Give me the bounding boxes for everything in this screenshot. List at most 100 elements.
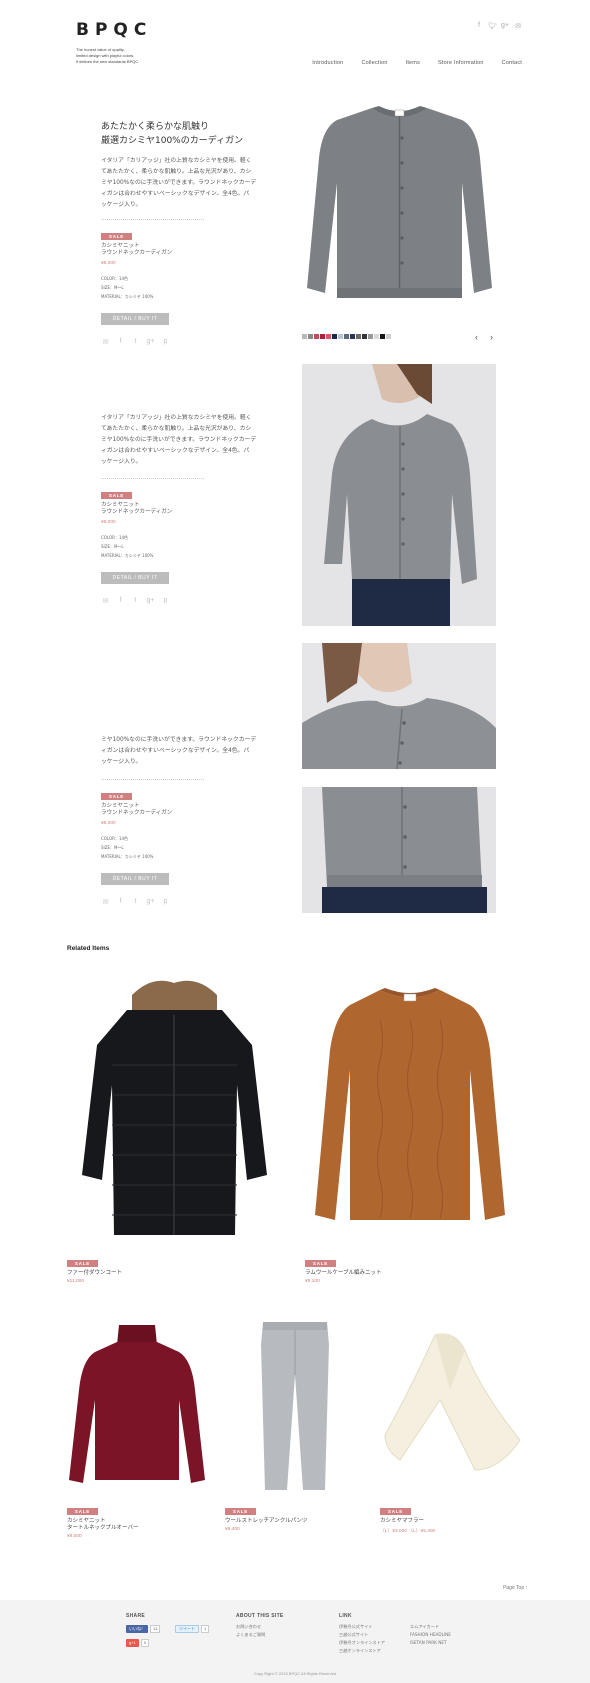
detail-hem-image [302, 787, 496, 913]
color-swatch[interactable] [314, 334, 319, 339]
related-items-title: Related Items [67, 945, 110, 952]
share-icons: ✉ f t g+ p [101, 898, 170, 906]
product-image-main[interactable] [302, 98, 497, 323]
copyright: Copy Right © 2015 BPQC All Rights Reserv… [253, 1671, 337, 1676]
related-item-image[interactable] [67, 975, 282, 1245]
share-icons: ✉ f t g+ p [101, 338, 170, 346]
facebook-icon[interactable]: f [475, 22, 483, 30]
color-swatch[interactable] [326, 334, 331, 339]
desc-line: てあたたかく、柔らかな肌触り。上品な光沢があり、カシ [101, 169, 252, 175]
related-item-image[interactable] [380, 1330, 525, 1480]
footer-link[interactable]: 伊勢丹オンラインストア [339, 1639, 385, 1647]
color-swatch[interactable] [350, 334, 355, 339]
related-item-image[interactable] [245, 1320, 345, 1495]
item-name-line: カシミヤマフラー [380, 1518, 425, 1524]
link-contact[interactable]: お問い合わせ [236, 1623, 265, 1631]
related-item-name[interactable]: カシミヤニット タートルネックプルオーバー [67, 1518, 138, 1532]
detail-buy-button[interactable]: DETAIL / BUY IT [101, 572, 169, 584]
color-swatch[interactable] [374, 334, 379, 339]
tweet-count: 1 [201, 1625, 210, 1633]
nav-contact[interactable]: Contact [502, 60, 522, 66]
twitter-icon[interactable]: t [131, 338, 140, 346]
facebook-icon[interactable]: f [116, 898, 125, 906]
fb-like-button[interactable]: いいね！ [126, 1625, 148, 1633]
facebook-icon[interactable]: f [116, 338, 125, 346]
pinterest-icon[interactable]: p [161, 597, 170, 605]
color-swatch[interactable] [302, 334, 307, 339]
color-swatch[interactable] [386, 334, 391, 339]
product-name[interactable]: カシミヤニット ラウンドネックカーディガン [101, 243, 172, 257]
googleplus-icon[interactable]: g+ [501, 22, 509, 30]
product-image-model[interactable] [302, 364, 496, 626]
twitter-icon[interactable]: t [131, 898, 140, 906]
sale-badge: SALE [305, 1260, 336, 1267]
page-top-link[interactable]: Page Top ↑ [503, 1585, 528, 1591]
related-item-name[interactable]: ファー付ダウンコート [67, 1270, 122, 1277]
twitter-icon[interactable]: 🐦︎ [488, 22, 497, 30]
related-item-name[interactable]: ウールストレッチアンクルパンツ [225, 1518, 307, 1525]
next-arrow-icon[interactable]: › [490, 332, 493, 342]
color-swatch[interactable] [380, 334, 385, 339]
product-name[interactable]: カシミヤニット ラウンドネックカーディガン [101, 803, 172, 817]
spec-size: SIZE：M～L [101, 544, 124, 549]
pinterest-icon[interactable]: p [161, 898, 170, 906]
link-faq[interactable]: よくあるご質問 [236, 1631, 265, 1639]
product-name-line: ラウンドネックカーディガン [101, 250, 173, 256]
detail-buy-button[interactable]: DETAIL / BUY IT [101, 873, 169, 885]
desc-line: ッケージ入り。 [101, 759, 142, 765]
mail-icon[interactable]: ✉ [101, 898, 110, 906]
desc-line: ミヤ100%なのに手洗いができます。ラウンドネックカーデ [101, 437, 257, 443]
related-item-name[interactable]: ラムウールケーブル編みニット [305, 1270, 382, 1277]
related-item-name[interactable]: カシミヤマフラー [380, 1518, 424, 1525]
color-swatch[interactable] [356, 334, 361, 339]
spec-size: SIZE：M～L [101, 845, 124, 850]
sale-badge: SALE [101, 793, 132, 800]
footer-link[interactable]: 三越オンラインストア [339, 1647, 385, 1655]
color-swatch[interactable] [320, 334, 325, 339]
tweet-button[interactable]: ツイート [175, 1625, 199, 1633]
pinterest-icon[interactable]: p [161, 338, 170, 346]
nav-store-information[interactable]: Store Information [438, 60, 484, 66]
footer-about-links: お問い合わせ よくあるご質問 [236, 1623, 265, 1639]
nav-items[interactable]: Items [406, 60, 420, 66]
mail-icon[interactable]: ✉ [101, 338, 110, 346]
feature-title-line: あたたかく柔らかな肌触り [101, 122, 210, 132]
desc-line: ッケージ入り。 [101, 202, 142, 208]
gplus-button[interactable]: g+1 [126, 1639, 139, 1647]
product-name[interactable]: カシミヤニット ラウンドネックカーディガン [101, 502, 172, 516]
prev-arrow-icon[interactable]: ‹ [475, 332, 478, 342]
detail-neck-image [302, 643, 496, 769]
footer-link[interactable]: エムアイカード [410, 1623, 451, 1631]
detail-buy-button[interactable]: DETAIL / BUY IT [101, 313, 169, 325]
image-arrows: ‹ › [475, 332, 493, 342]
site-logo[interactable]: BPQC [76, 20, 152, 40]
twitter-icon[interactable]: t [131, 597, 140, 605]
product-image-detail-neck[interactable] [302, 643, 496, 769]
product-image-detail-hem[interactable] [302, 787, 496, 913]
googleplus-icon[interactable]: g+ [146, 597, 155, 605]
googleplus-icon[interactable]: g+ [146, 898, 155, 906]
color-swatch[interactable] [332, 334, 337, 339]
footer-link[interactable]: 伊勢丹公式サイト [339, 1623, 385, 1631]
color-swatch[interactable] [344, 334, 349, 339]
nav-introduction[interactable]: Introduction [312, 60, 343, 66]
footer-link[interactable]: 三越公式サイト [339, 1631, 385, 1639]
related-item-image[interactable] [305, 980, 515, 1240]
footer-link[interactable]: ISETAN PARK NET [410, 1639, 451, 1647]
color-swatch[interactable] [362, 334, 367, 339]
color-swatch[interactable] [368, 334, 373, 339]
footer-link[interactable]: FASHION HEADLINE [410, 1631, 451, 1639]
facebook-icon[interactable]: f [116, 597, 125, 605]
sale-badge: SALE [380, 1508, 411, 1515]
tweet-widget: ツイート 1 [175, 1625, 210, 1633]
nav-collection[interactable]: Collection [361, 60, 387, 66]
mail-icon[interactable]: ✉ [514, 22, 522, 30]
related-item-image[interactable] [67, 1320, 207, 1490]
color-swatch[interactable] [338, 334, 343, 339]
main-nav: Introduction Collection Items Store Info… [312, 60, 522, 66]
desc-line: ィガンは合わせやすいベーシックなデザイン。全4色。パ [101, 748, 250, 754]
mail-icon[interactable]: ✉ [101, 597, 110, 605]
color-swatch[interactable] [308, 334, 313, 339]
tagline-line: it defines the new standards BPQC. [76, 59, 140, 64]
googleplus-icon[interactable]: g+ [146, 338, 155, 346]
